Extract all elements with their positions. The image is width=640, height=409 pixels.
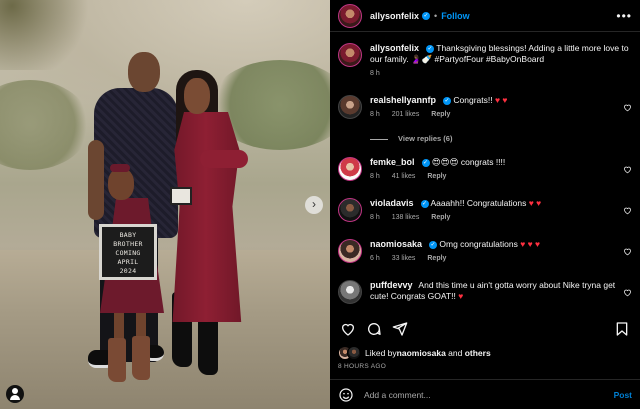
avatar[interactable] [338,239,362,263]
comment-time: 8 h [370,173,380,180]
liker-avatars [338,346,361,360]
comments-list[interactable]: allysonfelix ✓ Thanksgiving blessings! Ad… [330,33,640,309]
heart-icon[interactable] [623,103,632,112]
post-comment-button[interactable]: Post [614,390,632,400]
comment-time: 6 h [370,255,380,262]
likes-others[interactable]: others [465,348,491,358]
comment-time: 8 h [370,111,380,118]
comment-item: femke_bol ✓ 😍😍😍 congrats !!!! 8 h 41 like… [338,157,632,181]
next-arrow-icon[interactable]: › [305,196,323,214]
girl-head [108,168,134,200]
avatar[interactable] [338,157,362,181]
heart-icon[interactable] [623,165,632,174]
man-arm [88,140,104,220]
share-icon[interactable] [392,321,408,337]
verified-icon: ✓ [443,96,452,105]
post-photo[interactable]: BABY BROTHER COMING APRIL 2024 › [0,0,330,409]
letterboard-line: COMING [115,249,141,257]
comment-likes[interactable]: 138 likes [392,214,420,221]
reply-button[interactable]: Reply [427,255,446,262]
verified-icon: ✓ [426,44,435,53]
avatar [347,346,361,360]
comment-text: Omg congratulations ♥ ♥ ♥ [439,239,541,249]
reply-button[interactable]: Reply [427,173,446,180]
emoji-icon[interactable] [338,387,354,403]
comment-text: Congrats!! ♥ ♥ [453,95,508,105]
comment-likes[interactable]: 201 likes [392,111,420,118]
post-username[interactable]: allysonfelix [370,11,419,21]
comment-text: 😍😍😍 congrats !!!! [431,157,506,167]
comment-icon[interactable] [366,321,382,337]
likes-summary: Liked by naomiosaka and others [338,346,491,360]
letterboard-line: 2024 [119,267,137,275]
letterboard-line: APRIL [117,258,139,266]
girl-boot [132,336,150,380]
more-options-button[interactable]: ••• [616,9,632,23]
man-head [128,52,160,92]
comment-username[interactable]: puffdevvy [370,280,413,290]
heart-icon[interactable] [623,206,632,215]
caption-time: 8 h [370,70,380,77]
girl-boot [108,338,126,382]
comment-item: realshellyannfp ✓ Congrats!! ♥ ♥ 8 h 201 … [338,95,632,119]
verified-icon: ✓ [422,11,431,20]
girl-bow [110,164,130,172]
avatar[interactable] [338,43,362,67]
liker-username[interactable]: naomiosaka [397,348,446,358]
caption: allysonfelix ✓ Thanksgiving blessings! Ad… [338,43,632,77]
action-bar [338,318,632,340]
heart-icon[interactable] [340,321,356,337]
woman-head [184,78,210,114]
comment-text: Aaaahh!! Congratulations ♥ ♥ [430,198,542,208]
woman-arm [200,150,248,168]
letterboard-line: BROTHER [113,240,143,248]
avatar[interactable] [338,198,362,222]
comment-username[interactable]: naomiosaka [370,239,422,249]
avatar[interactable] [338,3,362,28]
comment-username[interactable]: femke_bol [370,157,415,167]
bookmark-icon[interactable] [614,321,630,337]
comment-composer: Add a comment... Post [330,379,640,409]
view-replies-button[interactable]: View replies (6) [370,134,452,143]
caption-username[interactable]: allysonfelix [370,43,419,53]
comment-likes[interactable]: 33 likes [392,255,416,262]
follow-button[interactable]: Follow [441,11,470,21]
heart-icon[interactable] [623,247,632,256]
post-sidebar: allysonfelix ✓ • Follow ••• allysonfelix… [330,0,640,409]
comment-item: violadavis ✓ Aaaahh!! Congratulations ♥ ♥… [338,198,632,222]
verified-icon: ✓ [421,158,430,167]
comment-input[interactable]: Add a comment... [364,390,431,400]
comment-item: puffdevvy And this time u ain't gotta wo… [338,280,632,304]
comment-likes[interactable]: 41 likes [392,173,416,180]
ground [0,250,330,409]
comment-item: naomiosaka ✓ Omg congratulations ♥ ♥ ♥ 6 … [338,239,632,263]
likes-prefix: Liked by [365,348,397,358]
verified-icon: ✓ [429,240,438,249]
account-icon[interactable] [6,385,24,403]
avatar[interactable] [338,280,362,304]
comment-username[interactable]: realshellyannfp [370,95,436,105]
heart-icon[interactable] [623,288,632,297]
post-header: allysonfelix ✓ • Follow ••• [330,0,640,32]
avatar[interactable] [338,95,362,119]
tree-foliage [0,0,100,70]
separator-dot: • [434,10,438,21]
verified-icon: ✓ [420,199,429,208]
comment-username[interactable]: violadavis [370,198,414,208]
girl-leg [114,310,124,340]
likes-middle: and [445,348,465,358]
reply-button[interactable]: Reply [431,111,450,118]
ultrasound-photo [170,187,192,205]
reply-button[interactable]: Reply [431,214,450,221]
letterboard-sign: BABY BROTHER COMING APRIL 2024 [99,224,157,280]
post-timestamp: 8 HOURS AGO [338,363,387,370]
comment-time: 8 h [370,214,380,221]
letterboard-line: BABY [119,231,137,239]
